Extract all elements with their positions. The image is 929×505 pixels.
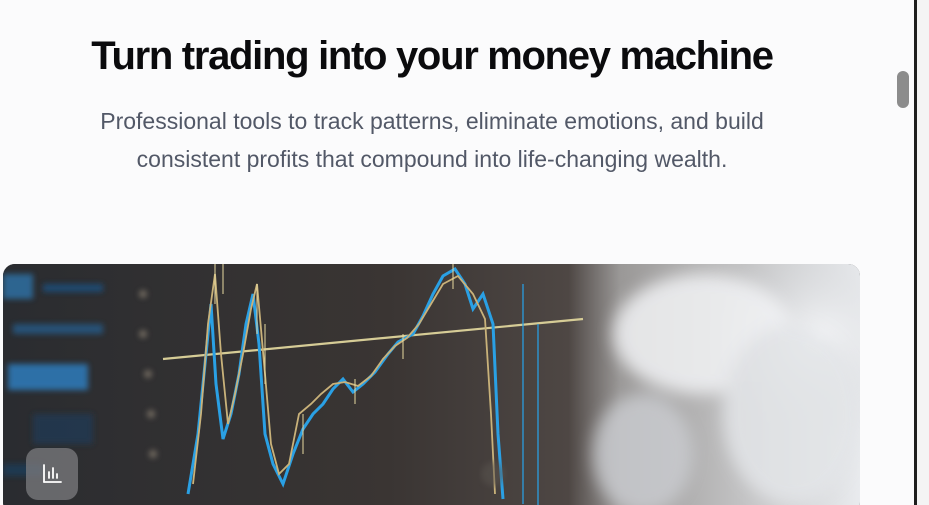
- bar-chart-icon: [43, 464, 62, 483]
- hero-subtitle-line-1: Professional tools to track patterns, el…: [100, 108, 764, 134]
- trading-chart-image: [3, 264, 860, 505]
- page: Turn trading into your money machine Pro…: [0, 0, 914, 505]
- hero-title: Turn trading into your money machine: [91, 34, 774, 78]
- scrollbar-thumb[interactable]: [897, 71, 909, 108]
- hero-subtitle-line-2: consistent profits that compound into li…: [136, 146, 728, 172]
- trading-chart-illustration: [3, 264, 860, 505]
- hero-subtitle: Professional tools to track patterns, el…: [30, 102, 834, 178]
- chart-badge-button[interactable]: [26, 448, 78, 500]
- scrollbar-track[interactable]: [914, 0, 929, 505]
